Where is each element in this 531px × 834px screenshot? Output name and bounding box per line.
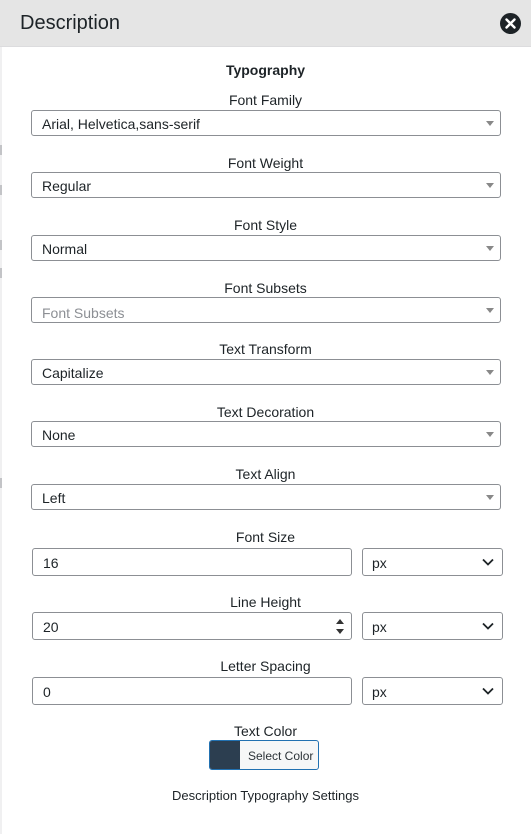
font-subsets-select[interactable]: Font Subsets — [31, 297, 501, 323]
font-size-label: Font Size — [235, 529, 296, 545]
chevron-down-icon — [482, 558, 494, 566]
dialog-header: Description — [0, 0, 531, 47]
letter-spacing-input[interactable]: 0 — [32, 677, 352, 705]
font-family-select[interactable]: Arial, Helvetica,sans-serif — [31, 110, 501, 136]
font-family-value: Arial, Helvetica,sans-serif — [42, 116, 200, 132]
line-height-unit-select[interactable]: px — [362, 612, 503, 640]
letter-spacing-value: 0 — [43, 684, 51, 700]
left-border-mark — [0, 185, 2, 195]
dropdown-arrow-icon — [486, 183, 494, 188]
text-align-value: Left — [42, 490, 66, 506]
letter-spacing-unit-value: px — [372, 684, 387, 700]
font-size-unit-select[interactable]: px — [362, 548, 503, 576]
text-transform-label: Text Transform — [219, 341, 312, 357]
font-size-value: 16 — [43, 555, 59, 571]
chevron-down-icon — [482, 687, 494, 695]
font-weight-label: Font Weight — [227, 155, 304, 171]
font-subsets-label: Font Subsets — [224, 280, 307, 296]
select-color-button[interactable]: Select Color — [209, 740, 319, 770]
letter-spacing-unit-select[interactable]: px — [362, 677, 503, 705]
font-weight-select[interactable]: Regular — [31, 172, 501, 198]
dropdown-arrow-icon — [486, 121, 494, 126]
color-swatch — [210, 741, 240, 769]
dropdown-arrow-icon — [486, 308, 494, 313]
line-height-unit-value: px — [372, 619, 387, 635]
text-transform-select[interactable]: Capitalize — [31, 359, 501, 385]
line-height-label: Line Height — [230, 594, 301, 610]
font-subsets-placeholder: Font Subsets — [42, 305, 125, 321]
left-border-mark — [0, 240, 2, 250]
font-style-select[interactable]: Normal — [31, 235, 501, 261]
dialog-title: Description — [20, 12, 121, 34]
section-title: Typography — [225, 62, 306, 78]
text-transform-value: Capitalize — [42, 365, 104, 381]
line-height-input[interactable]: 20 — [32, 612, 352, 640]
footer-description: Description Typography Settings — [172, 788, 359, 803]
letter-spacing-label: Letter Spacing — [220, 658, 311, 674]
font-style-value: Normal — [42, 241, 88, 257]
left-border-mark — [0, 268, 2, 278]
text-align-select[interactable]: Left — [31, 484, 501, 510]
close-icon[interactable] — [500, 13, 521, 34]
font-weight-value: Regular — [42, 178, 92, 194]
text-decoration-label: Text Decoration — [216, 404, 315, 420]
text-decoration-select[interactable]: None — [31, 421, 501, 447]
font-family-label: Font Family — [228, 92, 303, 108]
dropdown-arrow-icon — [486, 246, 494, 251]
dropdown-arrow-icon — [486, 432, 494, 437]
font-size-input[interactable]: 16 — [32, 548, 352, 576]
font-style-label: Font Style — [233, 217, 298, 233]
line-height-value: 20 — [43, 619, 59, 635]
dropdown-arrow-icon — [486, 370, 494, 375]
text-color-label: Text Color — [233, 723, 298, 739]
text-align-label: Text Align — [235, 466, 296, 482]
text-decoration-value: None — [42, 427, 76, 443]
chevron-down-icon — [482, 622, 494, 630]
dropdown-arrow-icon — [486, 495, 494, 500]
font-size-unit-value: px — [372, 555, 387, 571]
stepper-down-icon[interactable] — [336, 629, 344, 634]
select-color-label: Select Color — [248, 749, 314, 763]
stepper-up-icon[interactable] — [336, 619, 344, 624]
left-border-mark — [0, 145, 2, 155]
number-stepper[interactable] — [335, 616, 345, 636]
